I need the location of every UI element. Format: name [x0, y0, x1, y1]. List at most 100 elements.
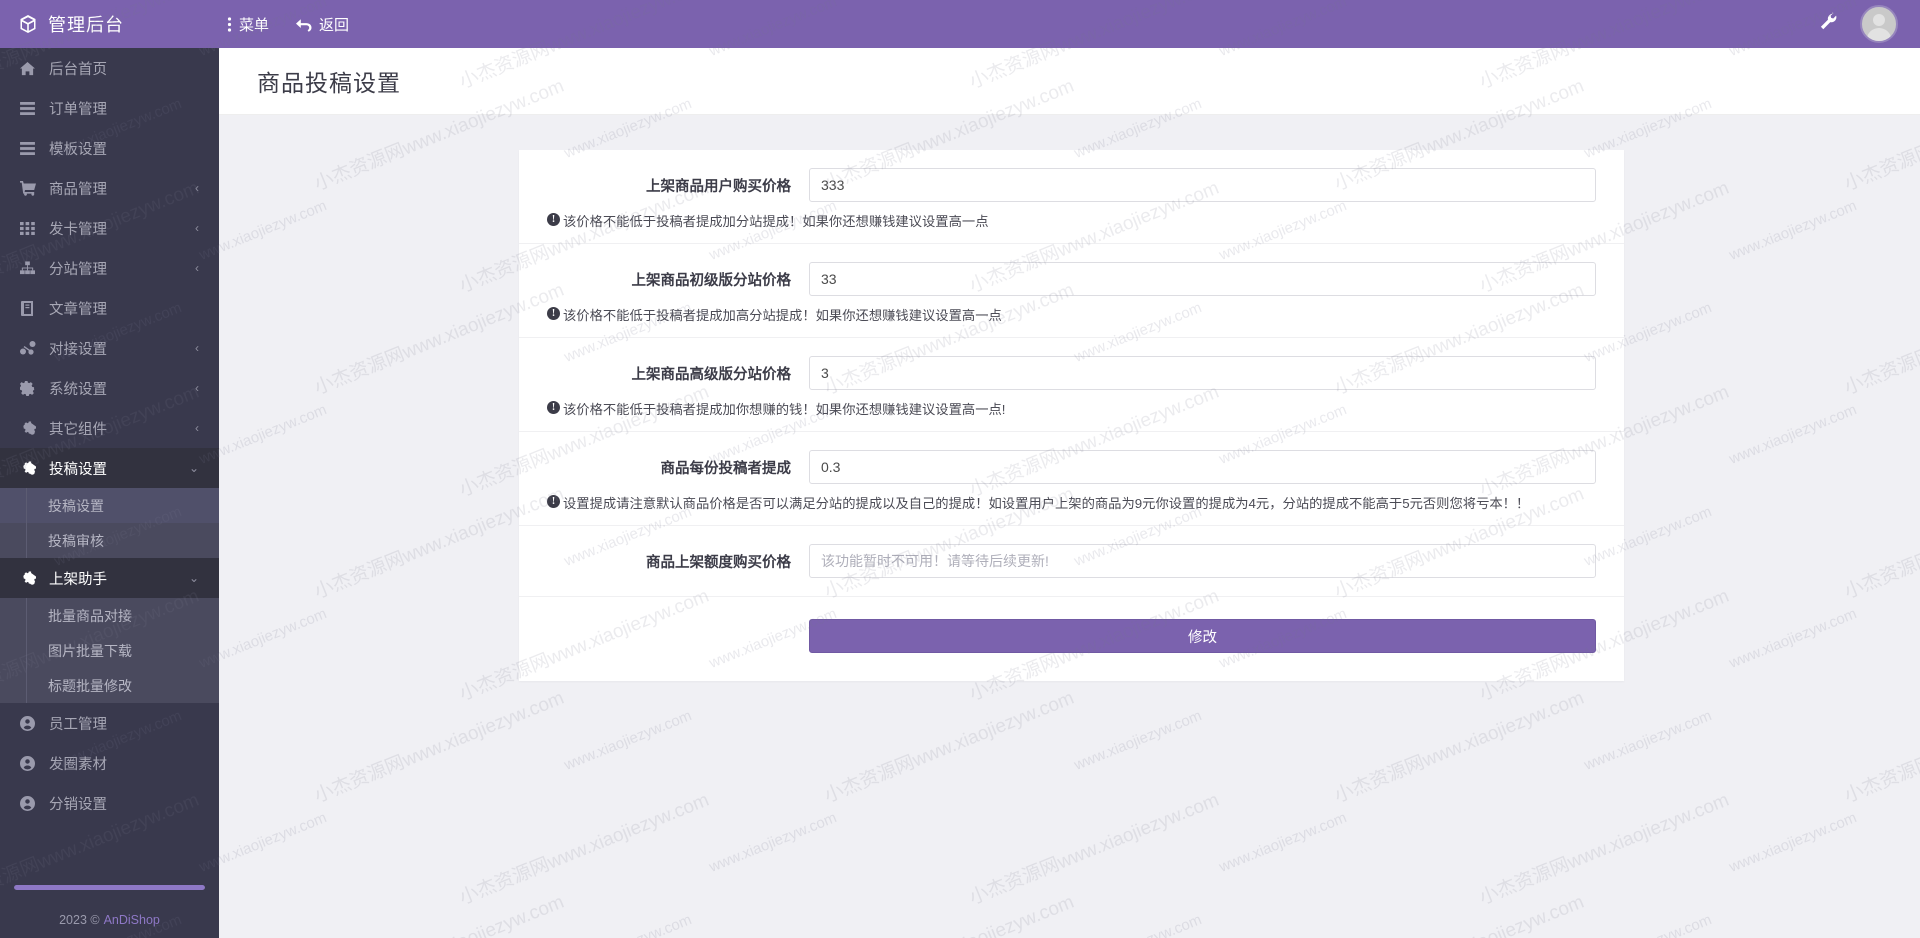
- menu-button[interactable]: 菜单: [227, 14, 269, 35]
- top-right-actions: [1819, 5, 1920, 43]
- chevron-icon: ‹: [195, 182, 199, 194]
- sidebar-item-label: 对接设置: [49, 338, 107, 359]
- user-circle-icon: [18, 756, 37, 771]
- sidebar-subitem-submission-settings[interactable]: 投稿设置: [0, 488, 219, 523]
- sidebar-item-moments-material[interactable]: 发圈素材: [0, 743, 219, 783]
- sidebar-item-label: 商品管理: [49, 178, 107, 199]
- sidebar-item-integration[interactable]: 对接设置 ‹: [0, 328, 219, 368]
- help-text: 设置提成请注意默认商品价格是否可以满足分站的提成以及自己的提成！如设置用户上架的…: [563, 493, 1529, 512]
- info-icon: !: [547, 401, 560, 414]
- sidebar-item-label: 员工管理: [49, 713, 107, 734]
- brand-title: 管理后台: [48, 11, 124, 37]
- sidebar-item-label: 系统设置: [49, 378, 107, 399]
- sidebar-item-label: 订单管理: [49, 98, 107, 119]
- help-text: 该价格不能低于投稿者提成加高分站提成！如果你还想赚钱建议设置高一点: [563, 305, 1002, 324]
- field-label: 商品每份投稿者提成: [547, 457, 809, 478]
- settings-card: 上架商品用户购买价格 ! 该价格不能低于投稿者提成加分站提成！如果你还想赚钱建议…: [519, 150, 1624, 681]
- chevron-icon: ‹: [195, 342, 199, 354]
- main-content: 商品投稿设置 上架商品用户购买价格 ! 该价格不能低于投稿者提成加分站提成！如果…: [219, 48, 1920, 938]
- advanced-subsite-price-input[interactable]: [809, 356, 1596, 390]
- share-icon: [18, 341, 37, 355]
- sidebar-subitem-label: 批量商品对接: [48, 606, 132, 626]
- sidebar-item-products[interactable]: 商品管理 ‹: [0, 168, 219, 208]
- field-label: 上架商品初级版分站价格: [547, 269, 809, 290]
- sidebar-item-label: 分站管理: [49, 258, 107, 279]
- help-text-row: ! 该价格不能低于投稿者提成加你想赚的钱！如果你还想赚钱建议设置高一点!: [519, 390, 1624, 432]
- sidebar-footer: 2023 © AnDiShop: [0, 885, 219, 938]
- chevron-down-icon: ⌄: [189, 462, 199, 474]
- sidebar-item-label: 模板设置: [49, 138, 107, 159]
- sidebar-item-other-components[interactable]: 其它组件 ‹: [0, 408, 219, 448]
- sidebar-item-home[interactable]: 后台首页: [0, 48, 219, 88]
- sidebar-group-label: 上架助手: [49, 568, 107, 589]
- chevron-icon: ‹: [195, 382, 199, 394]
- basic-subsite-price-input[interactable]: [809, 262, 1596, 296]
- sidebar-progress-fill: [14, 885, 205, 890]
- sidebar-subitem-label: 投稿设置: [48, 496, 104, 516]
- top-actions: 菜单 返回: [227, 14, 349, 35]
- submenu-submission-settings: 投稿设置 投稿审核: [0, 488, 219, 558]
- sidebar-item-staff[interactable]: 员工管理: [0, 703, 219, 743]
- sidebar-item-distribution-settings[interactable]: 分销设置: [0, 783, 219, 823]
- book-icon: [18, 301, 37, 316]
- wrench-button[interactable]: [1819, 12, 1838, 36]
- grid-icon: [18, 222, 37, 235]
- save-button[interactable]: 修改: [809, 619, 1596, 653]
- field-label: 上架商品用户购买价格: [547, 175, 809, 196]
- dots-vertical-icon: [227, 16, 232, 33]
- user-purchase-price-input[interactable]: [809, 168, 1596, 202]
- copyright-year: 2023 ©: [59, 913, 100, 927]
- chevron-down-icon: ⌄: [189, 572, 199, 584]
- avatar[interactable]: [1860, 5, 1898, 43]
- form-row-basic-subsite-price: 上架商品初级版分站价格: [519, 244, 1624, 296]
- submenu-listing-assistant: 批量商品对接 图片批量下载 标题批量修改: [0, 598, 219, 703]
- menu-label: 菜单: [239, 14, 269, 35]
- help-text-row: ! 设置提成请注意默认商品价格是否可以满足分站的提成以及自己的提成！如设置用户上…: [519, 484, 1624, 526]
- listing-quota-price-input[interactable]: [809, 544, 1596, 578]
- form-row-contributor-commission: 商品每份投稿者提成: [519, 432, 1624, 484]
- gear-icon: [18, 381, 37, 396]
- help-text: 该价格不能低于投稿者提成加分站提成！如果你还想赚钱建议设置高一点: [563, 211, 989, 230]
- cube-icon: [18, 14, 38, 34]
- help-text: 该价格不能低于投稿者提成加你想赚的钱！如果你还想赚钱建议设置高一点!: [563, 399, 1006, 418]
- sidebar-subitem-bulk-image-download[interactable]: 图片批量下载: [0, 633, 219, 668]
- list-icon: [18, 102, 37, 115]
- sidebar-group-listing-assistant[interactable]: 上架助手 ⌄: [0, 558, 219, 598]
- help-text-row: ! 该价格不能低于投稿者提成加高分站提成！如果你还想赚钱建议设置高一点: [519, 296, 1624, 338]
- sidebar-item-articles[interactable]: 文章管理: [0, 288, 219, 328]
- sidebar-subitem-bulk-title-edit[interactable]: 标题批量修改: [0, 668, 219, 703]
- sidebar-subitem-label: 标题批量修改: [48, 676, 132, 696]
- sidebar-item-label: 文章管理: [49, 298, 107, 319]
- gears-icon: [18, 461, 37, 476]
- info-icon: !: [547, 307, 560, 320]
- form-row-user-purchase-price: 上架商品用户购买价格: [519, 150, 1624, 202]
- list-icon: [18, 142, 37, 155]
- content-wrapper: 上架商品用户购买价格 ! 该价格不能低于投稿者提成加分站提成！如果你还想赚钱建议…: [219, 115, 1920, 681]
- sidebar-item-label: 后台首页: [49, 58, 107, 79]
- sidebar-item-cards[interactable]: 发卡管理 ‹: [0, 208, 219, 248]
- sidebar-subitem-bulk-product-link[interactable]: 批量商品对接: [0, 598, 219, 633]
- sidebar-item-orders[interactable]: 订单管理: [0, 88, 219, 128]
- sidebar-item-system[interactable]: 系统设置 ‹: [0, 368, 219, 408]
- field-label: 上架商品高级版分站价格: [547, 363, 809, 384]
- sidebar-item-label: 发圈素材: [49, 753, 107, 774]
- contributor-commission-input[interactable]: [809, 450, 1596, 484]
- user-circle-icon: [18, 716, 37, 731]
- sidebar-item-label: 分销设置: [49, 793, 107, 814]
- sidebar-item-subsites[interactable]: 分站管理 ‹: [0, 248, 219, 288]
- brand-logo[interactable]: 管理后台: [0, 0, 219, 48]
- sitemap-icon: [18, 261, 37, 275]
- field-label: 商品上架额度购买价格: [547, 551, 809, 572]
- form-row-advanced-subsite-price: 上架商品高级版分站价格: [519, 338, 1624, 390]
- info-icon: !: [547, 495, 560, 508]
- sidebar-group-submission-settings[interactable]: 投稿设置 ⌄: [0, 448, 219, 488]
- home-icon: [18, 61, 37, 76]
- back-button[interactable]: 返回: [295, 14, 349, 35]
- sidebar-subitem-submission-review[interactable]: 投稿审核: [0, 523, 219, 558]
- sidebar-item-templates[interactable]: 模板设置: [0, 128, 219, 168]
- top-bar: 管理后台 菜单 返回: [0, 0, 1920, 48]
- copyright-brand-link[interactable]: AnDiShop: [104, 913, 160, 927]
- back-label: 返回: [319, 14, 349, 35]
- page-title: 商品投稿设置: [257, 64, 401, 98]
- cart-icon: [18, 181, 37, 196]
